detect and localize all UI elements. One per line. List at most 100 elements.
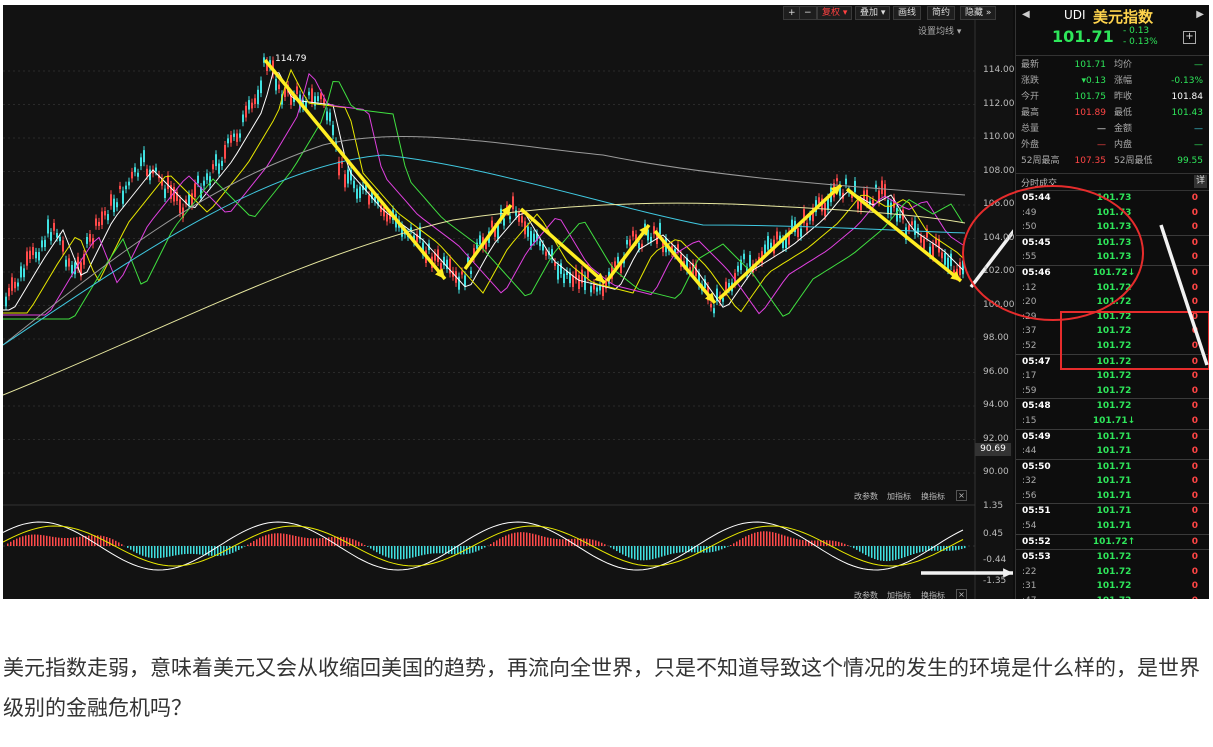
tick-row: 05:51 101.71 0 <box>1016 503 1209 519</box>
candle-body <box>62 240 64 252</box>
switch-indicator-button[interactable]: 换指标 <box>921 491 945 502</box>
tick-price: 101.72↓ <box>1092 267 1136 278</box>
macd-bar <box>172 546 174 556</box>
candle-body <box>164 188 166 198</box>
macd-bar <box>658 546 660 558</box>
next-symbol-icon[interactable]: ▶ <box>1196 9 1204 20</box>
switch-indicator-button-2[interactable]: 换指标 <box>921 590 945 599</box>
hide-button[interactable]: 隐藏 » <box>960 6 997 20</box>
quote-value: — <box>1097 140 1106 150</box>
macd-bar <box>70 537 72 546</box>
quote-row: 52周最高 107.35 52周最低 99.55 <box>1016 153 1209 169</box>
overlay-dropdown[interactable]: 叠加 ▾ <box>855 6 891 20</box>
quote-value: 101.89 <box>1074 108 1107 118</box>
candle-body <box>911 221 913 226</box>
macd-bar <box>529 533 531 546</box>
tick-row: :47 101.72 0 <box>1016 594 1209 599</box>
tick-volume: 0 <box>1191 371 1198 382</box>
macd-bar <box>130 546 132 550</box>
candle-body <box>104 210 106 216</box>
candle-body <box>845 178 847 185</box>
change-value: - 0.13 <box>1123 26 1150 36</box>
macd-bar <box>313 538 315 546</box>
macd-bar <box>187 546 189 554</box>
candle-body <box>632 230 634 237</box>
tick-volume: 0 <box>1191 222 1198 233</box>
macd-bar <box>256 539 258 546</box>
candle-body <box>44 239 46 248</box>
change-params-button-2[interactable]: 改参数 <box>854 590 878 599</box>
macd-bar <box>739 539 741 546</box>
macd-bar <box>229 546 231 554</box>
ma10-line <box>3 68 964 314</box>
macd-bar <box>790 537 792 546</box>
macd-bar <box>28 534 30 546</box>
macd-bar <box>247 544 249 546</box>
close-indicator-icon-2[interactable]: × <box>956 589 967 599</box>
yellow-arrow <box>845 187 963 283</box>
macd-bar <box>253 541 255 546</box>
add-indicator-button[interactable]: 加指标 <box>887 491 911 502</box>
candle-body <box>224 144 226 159</box>
macd-bar <box>760 531 762 546</box>
macd-bar <box>730 545 732 546</box>
prev-symbol-icon[interactable]: ◀ <box>1022 9 1030 20</box>
candle-body <box>68 258 70 267</box>
macd-bar <box>163 546 165 558</box>
macd-bar <box>448 546 450 554</box>
macd-bar <box>781 534 783 546</box>
candle-body <box>137 172 139 177</box>
rights-dropdown[interactable]: 复权 ▾ <box>817 6 853 20</box>
macd-bar <box>727 546 729 547</box>
candle-body <box>560 263 562 274</box>
quote-row: 今开 101.75 昨收 101.84 <box>1016 89 1209 105</box>
candle-body <box>590 286 592 293</box>
change-percent: - 0.13% <box>1123 37 1158 47</box>
quote-side-panel: ◀ UDI 美元指数 ▶ 101.71 - 0.13- 0.13% + 最新 10… <box>1015 5 1209 599</box>
close-indicator-icon[interactable]: × <box>956 490 967 501</box>
add-watchlist-icon[interactable]: + <box>1183 31 1196 44</box>
ticks-detail-button[interactable]: 详 <box>1194 175 1207 188</box>
macd-bar <box>241 546 243 549</box>
macd-bar <box>838 541 840 546</box>
macd-bar <box>733 543 735 546</box>
brief-button[interactable]: 简约 <box>927 6 956 20</box>
zoom-in-button[interactable]: + <box>783 6 801 20</box>
ticks-list[interactable]: 05:44 101.73 0:49 101.73 0:50 101.73 0 05:45 101… <box>1016 191 1209 599</box>
macd-bar <box>904 546 906 558</box>
tick-price: 101.71 <box>1096 476 1132 487</box>
macd-bar <box>601 542 603 546</box>
tick-row: :12 101.72 0 <box>1016 281 1209 296</box>
candle-body <box>173 186 175 202</box>
zoom-out-button[interactable]: − <box>799 6 817 20</box>
candle-body <box>5 296 7 307</box>
draw-line-button[interactable]: 画线 <box>893 6 922 20</box>
change-params-button[interactable]: 改参数 <box>854 491 878 502</box>
candle-body <box>71 264 73 274</box>
candle-body <box>332 124 334 136</box>
macd-bar <box>49 536 51 546</box>
macd-bar <box>511 533 513 546</box>
kline-chart-area[interactable]: + − 复权 ▾ 叠加 ▾ 画线 简约 隐藏 » 设置均线 ▾ 114.79 1… <box>3 5 1015 599</box>
candle-body <box>908 225 910 231</box>
add-indicator-button-2[interactable]: 加指标 <box>887 590 911 599</box>
macd-bar <box>412 546 414 558</box>
macd-bar <box>499 538 501 546</box>
ma5-line <box>3 71 964 311</box>
macd-bar <box>874 546 876 560</box>
candle-body <box>512 196 514 210</box>
tick-time: :37 <box>1022 326 1037 337</box>
quote-value: -0.13% <box>1171 76 1203 86</box>
article-caption: 美元指数走弱，意味着美元又会从收缩回美国的趋势，再流向全世界，只是不知道导致这个… <box>3 656 1200 720</box>
ma-settings-button[interactable]: 设置均线 ▾ <box>918 24 961 37</box>
tick-row: 05:47 101.72 0 <box>1016 353 1209 370</box>
macd-bar <box>46 535 48 546</box>
candle-body <box>659 222 661 235</box>
macd-bar <box>55 537 57 546</box>
macd-bar <box>517 532 519 546</box>
macd-bar <box>817 540 819 546</box>
tick-volume: 0 <box>1186 594 1198 599</box>
overlay-label: 叠加 <box>860 8 879 18</box>
tick-volume: 0 <box>1191 490 1198 501</box>
macd-bar <box>295 535 297 546</box>
